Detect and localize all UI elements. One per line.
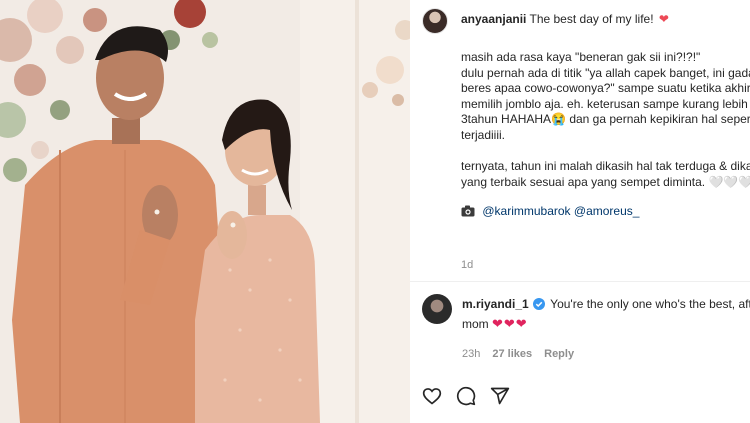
author-username[interactable]: anyaanjanii xyxy=(461,12,526,26)
caption-line: masih ada rasa kaya "beneran gak sii ini… xyxy=(461,50,701,64)
caption-line: memilih jomblo aja. eh. keterusan sampe … xyxy=(461,96,750,111)
comment-item: m.riyandi_1 You're the only one who's th… xyxy=(422,294,750,333)
caption-line: dulu pernah ada di titik "ya allah capek… xyxy=(461,65,750,80)
comment-meta: 23h 27 likes Reply xyxy=(462,348,574,360)
reply-button[interactable]: Reply xyxy=(544,348,574,360)
caption-title: The best day of my life! xyxy=(529,12,654,26)
paper-plane-icon[interactable] xyxy=(490,386,510,406)
post-photo[interactable] xyxy=(0,0,410,423)
comment-timestamp[interactable]: 23h xyxy=(462,348,480,360)
comment-text: m.riyandi_1 You're the only one who's th… xyxy=(462,296,750,333)
caption-line: yang terbaik sesuai apa yang sempet dimi… xyxy=(461,174,750,189)
divider xyxy=(410,281,750,282)
tagged-user-link[interactable]: @karimmubarok xyxy=(482,204,570,218)
commenter-avatar[interactable] xyxy=(422,294,452,324)
author-avatar[interactable] xyxy=(422,8,448,34)
caption-first-line: anyaanjanii The best day of my life! ❤ xyxy=(461,12,669,26)
verified-badge-icon xyxy=(533,298,546,315)
caption-line: ternyata, tahun ini malah dikasih hal ta… xyxy=(461,159,750,173)
caption-header: anyaanjanii The best day of my life! ❤ xyxy=(422,8,750,34)
caption-line: beres apaa cowo-cowonya?" sampe suatu ke… xyxy=(461,81,750,95)
caption-body: masih ada rasa kaya "beneran gak sii ini… xyxy=(461,50,750,222)
caption-line: terjadiiii. xyxy=(461,127,506,142)
photo-credit-line: @karimmubarok @amoreus_ xyxy=(461,204,750,222)
tagged-user-link[interactable]: @amoreus_ xyxy=(574,204,640,218)
comment-body-cont: mom xyxy=(462,317,489,331)
post-actions xyxy=(422,386,510,406)
heart-emoji: ❤ xyxy=(658,12,669,26)
comment-body: You're the only one who's the best, afte… xyxy=(550,297,750,311)
heart-outline-icon[interactable] xyxy=(422,386,442,406)
comment-bubble-icon[interactable] xyxy=(456,386,476,406)
camera-icon xyxy=(461,205,475,222)
comment-likes[interactable]: 27 likes xyxy=(492,348,532,360)
couple-photo-illustration xyxy=(0,0,410,423)
post-side-panel: anyaanjanii The best day of my life! ❤ m… xyxy=(410,0,750,423)
caption-line: 3tahun HAHAHA😭 dan ga pernah kepikiran h… xyxy=(461,112,750,126)
post-timestamp[interactable]: 1d xyxy=(461,259,473,271)
comment-hearts: ❤❤❤ xyxy=(492,316,528,331)
commenter-username[interactable]: m.riyandi_1 xyxy=(462,297,529,311)
